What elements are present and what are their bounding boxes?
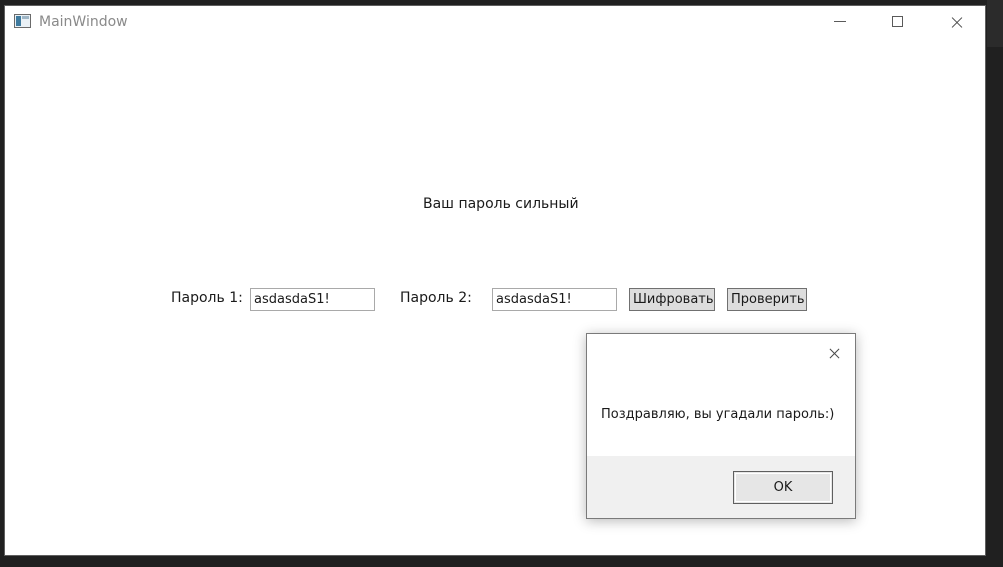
password1-input[interactable]: [250, 288, 375, 311]
close-icon: [828, 346, 841, 359]
password-strength-status: Ваш пароль сильный: [423, 196, 579, 212]
message-box-dialog: Поздравляю, вы угадали пароль:) OK: [586, 333, 856, 519]
maximize-icon: [892, 16, 903, 27]
background-window-edge: [987, 0, 1003, 47]
password1-label: Пароль 1:: [171, 290, 243, 306]
password2-label: Пароль 2:: [400, 290, 472, 306]
minimize-button[interactable]: [817, 6, 863, 38]
window-title: MainWindow: [39, 14, 128, 30]
title-bar[interactable]: MainWindow: [5, 6, 985, 40]
close-button[interactable]: [933, 6, 979, 38]
dialog-close-button[interactable]: [819, 340, 849, 364]
app-window-icon: [14, 14, 31, 28]
ok-button[interactable]: OK: [733, 471, 833, 504]
dialog-footer: OK: [587, 456, 855, 518]
check-button[interactable]: Проверить: [727, 288, 807, 311]
maximize-button[interactable]: [875, 6, 921, 38]
desktop: MainWindow Ваш пароль сильный Пароль 1: …: [0, 0, 1003, 567]
dialog-message: Поздравляю, вы угадали пароль:): [601, 407, 835, 422]
encrypt-button[interactable]: Шифровать: [629, 288, 715, 311]
close-icon: [950, 15, 964, 29]
minimize-icon: [834, 21, 846, 22]
password2-input[interactable]: [492, 288, 617, 311]
